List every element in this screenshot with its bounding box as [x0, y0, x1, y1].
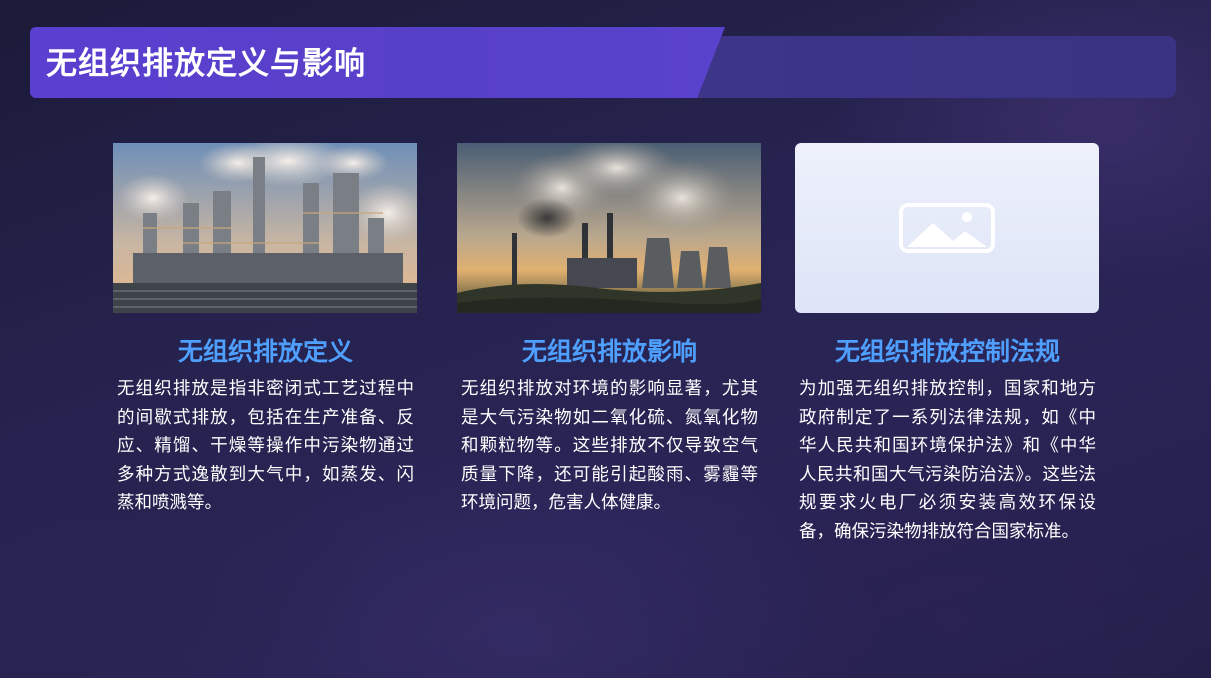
card-body: 无组织排放是指非密闭式工艺过程中的间歇式排放，包括在生产准备、反应、精馏、干燥等… [117, 379, 414, 514]
image-placeholder-icon [899, 203, 995, 253]
card-heading: 无组织排放控制法规 [834, 337, 1060, 366]
refinery-photo [113, 143, 417, 313]
card-regulations: 无组织排放控制法规 为加强无组织排放控制，国家和地方政府制定了一系列法律法规，如… [795, 143, 1100, 547]
card-body: 为加强无组织排放控制，国家和地方政府制定了一系列法律法规，如《中华人民共和国环境… [799, 379, 1096, 542]
card-heading: 无组织排放定义 [177, 337, 353, 366]
slide: 无组织排放定义与影响 无组织排放定义 无组织排放是指非密闭式工艺过程中的间歇式排… [0, 0, 1211, 678]
card-definition: 无组织排放定义 无组织排放是指非密闭式工艺过程中的间歇式排放，包括在生产准备、反… [113, 143, 418, 518]
image-placeholder [795, 143, 1099, 313]
card-heading: 无组织排放影响 [521, 337, 697, 366]
power-plant-photo [457, 143, 761, 313]
card-body: 无组织排放对环境的影响显著，尤其是大气污染物如二氧化硫、氮氧化物和颗粒物等。这些… [461, 379, 758, 514]
page-title: 无组织排放定义与影响 [46, 46, 366, 82]
card-impact: 无组织排放影响 无组织排放对环境的影响显著，尤其是大气污染物如二氧化硫、氮氧化物… [457, 143, 762, 518]
